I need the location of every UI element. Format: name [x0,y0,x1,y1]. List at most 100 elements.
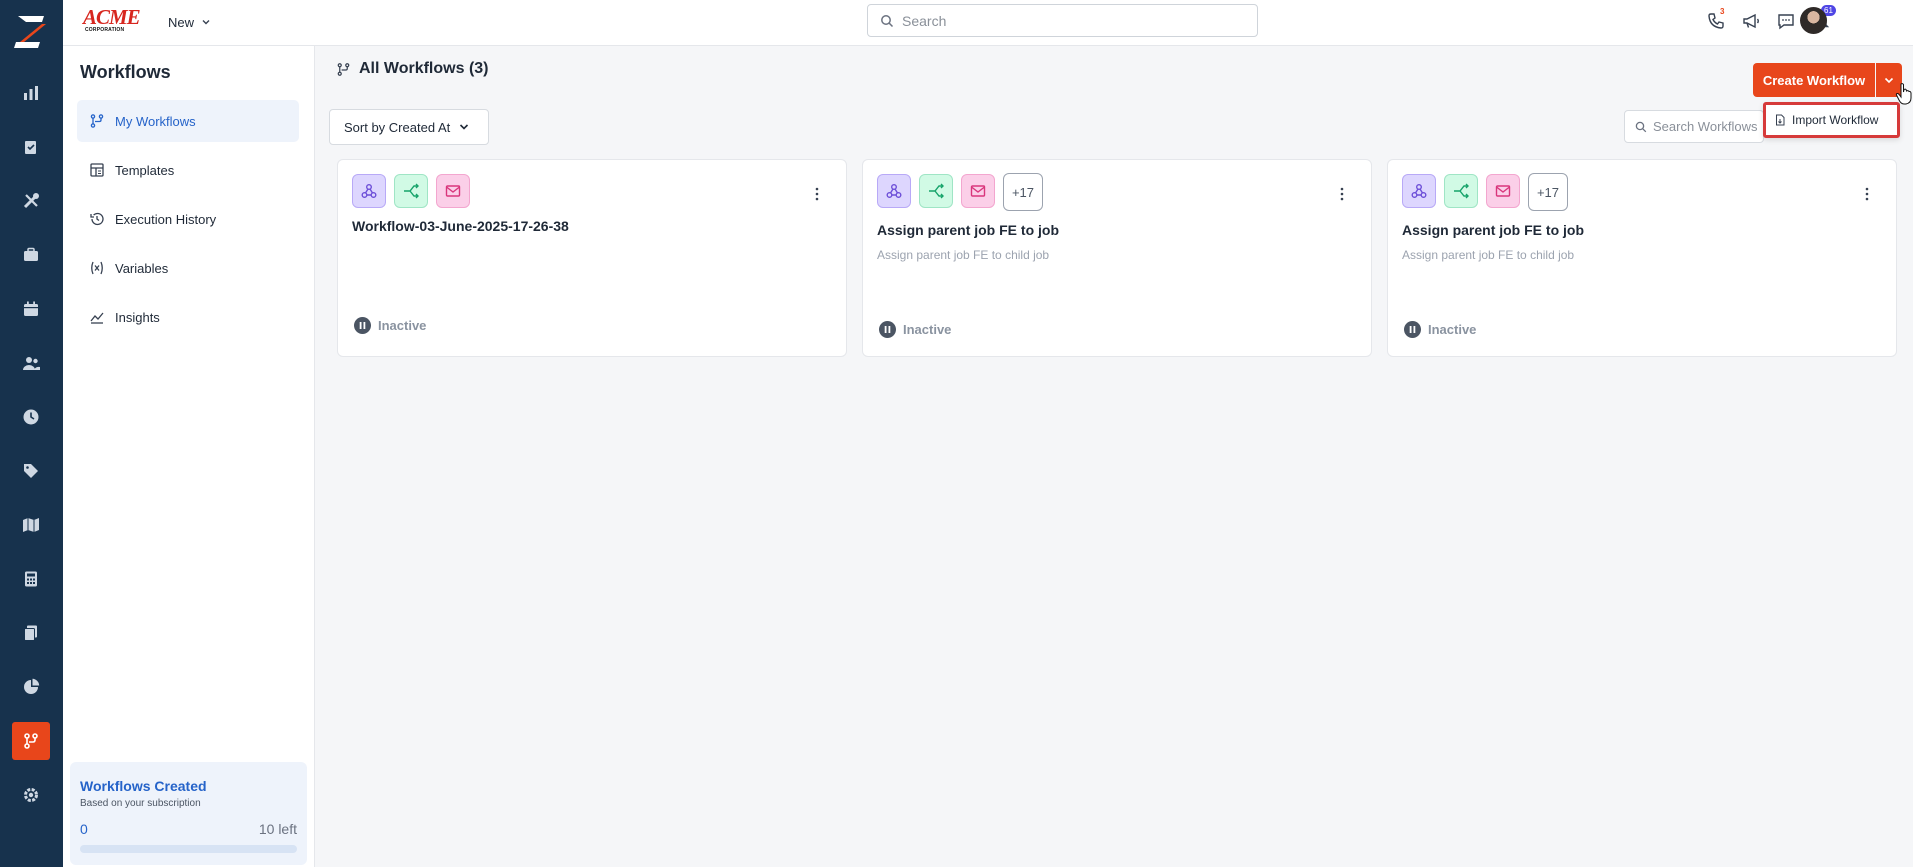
sidebar-item-label: My Workflows [115,113,196,129]
search-input[interactable] [902,12,1242,29]
branch-icon [394,174,428,208]
clock-icon[interactable] [16,402,46,432]
workflow-search[interactable] [1624,110,1764,143]
sidebar-item-insights[interactable]: Insights [77,296,299,338]
email-icon [436,174,470,208]
map-icon[interactable] [16,510,46,540]
brand-name: ACME [83,5,141,29]
webhook-icon [352,174,386,208]
sidebar-item-my-workflows[interactable]: My Workflows [77,100,299,142]
pause-icon [879,321,896,338]
page-title: All Workflows (3) [336,60,489,78]
more-options-icon[interactable] [1864,186,1870,202]
tools-icon[interactable] [16,186,46,216]
more-options-icon[interactable] [814,186,820,202]
sidebar-item-label: Templates [115,162,175,178]
settings-gear-icon[interactable] [16,780,46,810]
quota-panel: Workflows Created Based on your subscrip… [70,762,307,865]
chevron-down-icon [460,124,469,130]
more-steps-count: +17 [1528,173,1568,211]
tag-icon[interactable] [16,456,46,486]
briefcase-icon[interactable] [16,240,46,270]
insights-icon [90,312,104,324]
quota-used-count: 0 [80,821,88,837]
workflow-card[interactable]: +17 Assign parent job FE to job Assign p… [1387,159,1897,357]
workflow-card[interactable]: +17 Assign parent job FE to job Assign p… [862,159,1372,357]
quota-progress-bar [80,845,297,853]
sidebar-title: Workflows [80,62,171,82]
import-workflow-menu-item[interactable]: Import Workflow [1763,102,1900,138]
sidebar-item-label: Variables [115,260,169,276]
card-status-label: Inactive [903,322,952,337]
workflow-icon [337,62,350,76]
dashboard-icon[interactable] [16,78,46,108]
new-dropdown-button[interactable]: New [168,12,212,32]
sidebar-item-label: Insights [115,309,160,325]
quota-title: Workflows Created [80,778,207,794]
branch-icon [1444,174,1478,208]
webhook-icon [1402,174,1436,208]
users-icon[interactable] [16,348,46,378]
file-import-icon [1776,114,1785,126]
quota-remaining: 10 left [258,821,297,837]
chat-icon[interactable] [1774,9,1798,33]
sidebar-item-templates[interactable]: Templates [77,149,299,191]
sidebar-item-execution-history[interactable]: Execution History [77,198,299,240]
pause-icon [354,317,371,334]
card-status-label: Inactive [378,318,427,333]
user-avatar[interactable] [1800,7,1827,34]
sort-label: Sort by Created At [344,119,451,135]
reports-pie-icon[interactable] [16,672,46,702]
card-title: Assign parent job FE to job [877,222,1059,238]
more-options-icon[interactable] [1339,186,1345,202]
card-step-icons [352,174,470,208]
card-status: Inactive [879,321,951,338]
email-icon [961,174,995,208]
more-steps-count: +17 [1003,173,1043,211]
page-title-text: All Workflows (3) [359,60,489,77]
workflows-nav-icon[interactable] [12,722,50,760]
card-status-label: Inactive [1428,322,1477,337]
global-search[interactable] [867,4,1258,37]
chevron-down-icon [1884,77,1894,84]
pause-icon [1404,321,1421,338]
workflows-sidebar: Workflows My Workflows Templates Executi… [63,46,315,867]
webhook-icon [877,174,911,208]
card-description: Assign parent job FE to child job [877,248,1050,262]
search-icon [881,14,894,27]
card-title: Workflow-03-June-2025-17-26-38 [352,218,569,234]
email-icon [1486,174,1520,208]
phone-icon[interactable]: 3 [1704,7,1728,33]
workflow-search-input[interactable] [1653,119,1763,134]
card-title: Assign parent job FE to job [1402,222,1584,238]
workflow-card[interactable]: Workflow-03-June-2025-17-26-38 Inactive [337,159,847,357]
sidebar-item-variables[interactable]: Variables [77,247,299,289]
templates-icon [90,163,104,177]
card-status: Inactive [354,317,426,334]
brand-logo[interactable]: ACME CORPORATION [83,6,147,34]
create-workflow-button[interactable]: Create Workflow [1753,63,1875,97]
left-rail [0,0,63,867]
hand-cursor-icon [1895,83,1912,105]
quota-subtitle: Based on your subscription [80,798,201,809]
jobs-icon[interactable] [16,132,46,162]
calculator-icon[interactable] [16,564,46,594]
import-workflow-label: Import Workflow [1792,113,1879,127]
calendar-icon[interactable] [16,294,46,324]
card-description: Assign parent job FE to child job [1402,248,1575,262]
sort-dropdown[interactable]: Sort by Created At [329,109,489,145]
app-logo-icon[interactable] [12,12,50,52]
announcements-megaphone-icon[interactable] [1739,9,1763,33]
card-step-icons: +17 [877,173,1043,211]
card-step-icons: +17 [1402,173,1568,211]
documents-icon[interactable] [16,618,46,648]
card-status: Inactive [1404,321,1476,338]
chevron-down-icon [202,20,210,25]
branch-icon [919,174,953,208]
app-root: ACME CORPORATION New 3 61 Workflows [0,0,1913,867]
brand-subtitle: CORPORATION [85,27,125,33]
top-bar: ACME CORPORATION New 3 61 [63,0,1913,46]
variables-icon [91,261,103,275]
workflow-icon [90,114,104,128]
sidebar-item-label: Execution History [115,211,217,227]
